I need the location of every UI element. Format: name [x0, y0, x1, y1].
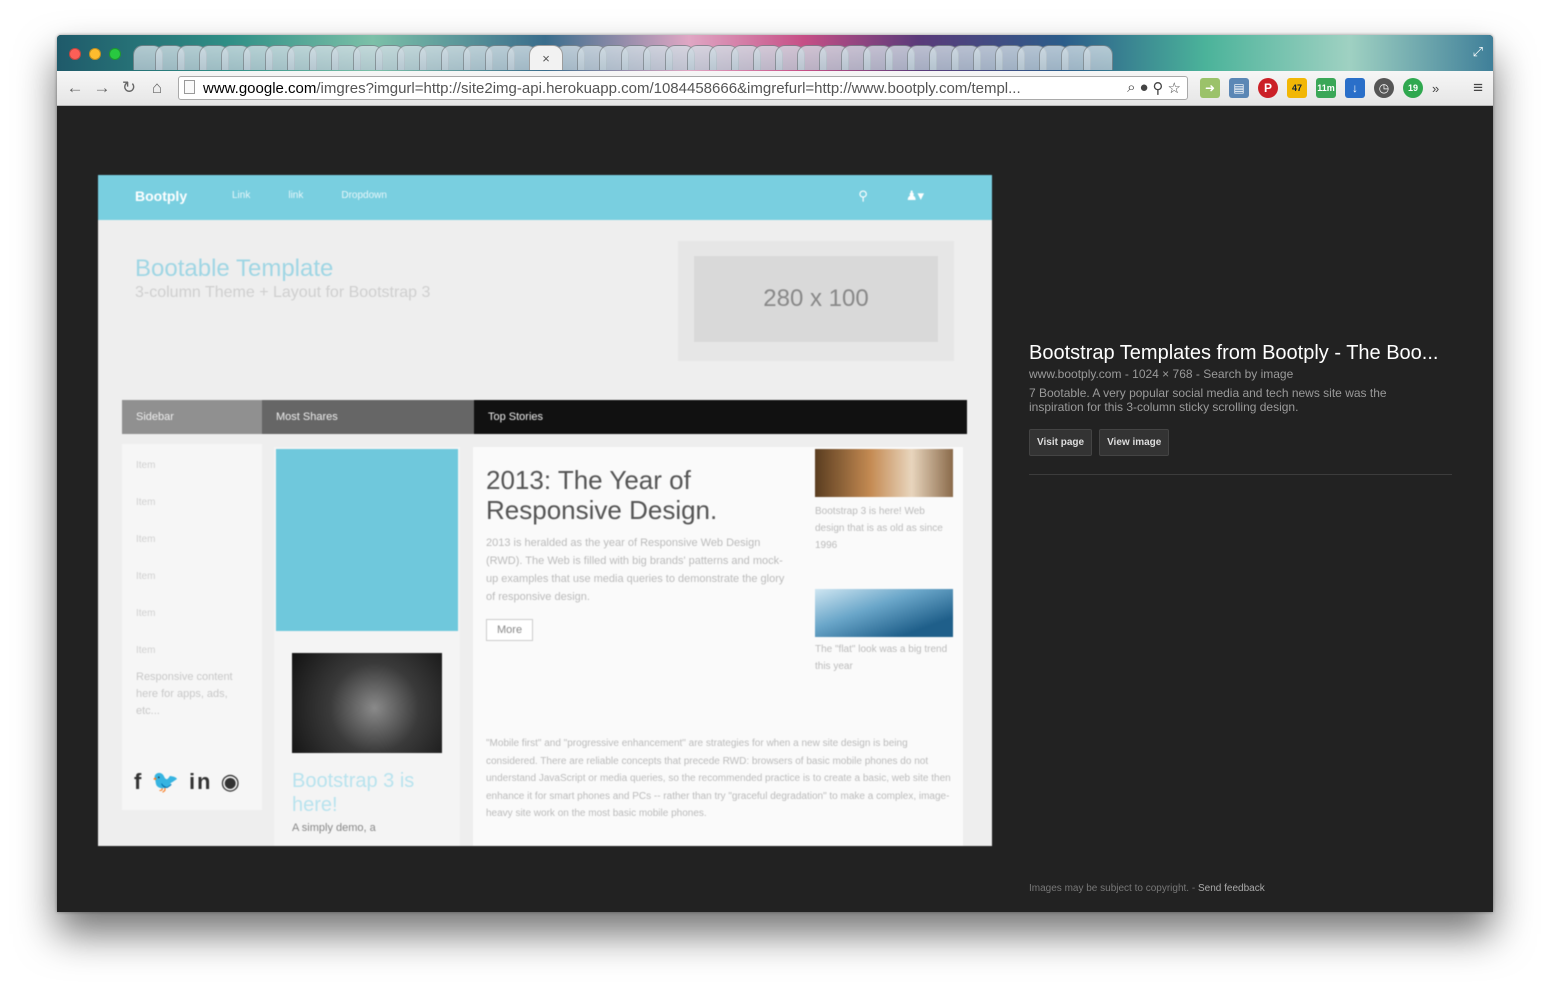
- visit-page-button[interactable]: Visit page: [1029, 429, 1093, 456]
- weather-icon[interactable]: 47: [1287, 78, 1307, 98]
- preview-more-button: More: [486, 619, 534, 641]
- preview-thumbnail-bird: [815, 589, 953, 637]
- preview-brand: Bootply: [135, 188, 188, 204]
- preview-tab-sidebar: Sidebar: [122, 400, 262, 434]
- extensions-overflow-icon[interactable]: »: [1432, 81, 1439, 96]
- preview-thumbnail-text: The "flat" look was a big trend this yea…: [815, 644, 948, 672]
- preview-nav-links: Link link Dropdown: [232, 190, 387, 201]
- forward-arrow-icon[interactable]: →: [92, 78, 112, 98]
- preview-body-text: "Mobile first" and "progressive enhancem…: [486, 738, 951, 819]
- browser-toolbar: ← → ↻ ⌂ www.google.com/imgres?imgurl=htt…: [57, 71, 1493, 106]
- url-text[interactable]: www.google.com/imgres?imgurl=http://site…: [203, 80, 1098, 97]
- preview-image[interactable]: Bootply Link link Dropdown ⚲ ♟▾ Bootable T…: [98, 175, 992, 846]
- home-icon[interactable]: ⌂: [147, 78, 167, 98]
- extension-icons: ➜ ▤ P 47 11m ↓ ◷ 19 »: [1200, 78, 1439, 98]
- back-arrow-icon[interactable]: ←: [65, 78, 85, 98]
- fullscreen-icon[interactable]: ⤢: [1473, 44, 1483, 60]
- result-description: 7 Bootable. A very popular social media …: [1029, 386, 1387, 414]
- clock-icon[interactable]: ◷: [1374, 78, 1394, 98]
- search-by-image-icon[interactable]: ⌕: [1127, 79, 1135, 97]
- preview-card-text: A simply demo, a: [292, 822, 376, 834]
- download-icon[interactable]: ↓: [1345, 78, 1365, 98]
- preview-nav-link: Dropdown: [341, 190, 387, 201]
- preview-navbar: Bootply Link link Dropdown ⚲ ♟▾: [98, 175, 992, 220]
- pinterest-icon[interactable]: P: [1258, 78, 1278, 98]
- zoom-icon[interactable]: ⚲: [1153, 79, 1164, 97]
- address-bar[interactable]: www.google.com/imgres?imgurl=http://site…: [178, 76, 1188, 100]
- preview-ad-frame: 280 x 100: [678, 241, 954, 361]
- preview-article: 2013: The Year of Responsive Design. 201…: [473, 447, 963, 846]
- window-extension-icon[interactable]: ▤: [1229, 78, 1249, 98]
- minimize-window-button[interactable]: [89, 48, 101, 60]
- preview-user-icon: ♟▾: [905, 188, 924, 203]
- preview-thumbnail-text: Bootstrap 3 is here! Web design that is …: [815, 506, 943, 551]
- preview-blue-placeholder: [276, 449, 458, 631]
- preview-sidebar: Item Item Item Item Item Item Responsive cont…: [122, 444, 262, 810]
- green-badge-icon[interactable]: 19: [1403, 78, 1423, 98]
- preview-card-title: Bootstrap 3 is here!: [292, 770, 415, 816]
- preview-ad-placeholder: 280 x 100: [694, 256, 938, 342]
- info-divider: [1029, 474, 1452, 475]
- page-icon: [184, 80, 195, 94]
- image-result-viewer: Bootply Link link Dropdown ⚲ ♟▾ Bootable T…: [57, 106, 1493, 912]
- result-source[interactable]: www.bootply.com: [1029, 367, 1121, 381]
- result-dimensions: 1024 × 768: [1132, 367, 1193, 381]
- search-by-image-link[interactable]: Search by image: [1203, 367, 1293, 381]
- close-tab-icon[interactable]: ×: [542, 51, 550, 66]
- preview-tabs: Sidebar Most Shares Top Stories: [122, 400, 967, 434]
- preview-card: Bootstrap 3 is here! A simply demo, a: [274, 447, 460, 846]
- preview-tab-top-stories: Top Stories: [474, 400, 967, 434]
- preview-sidebar-item: Item: [136, 460, 156, 471]
- preview-dark-image: [292, 653, 442, 753]
- preview-nav-link: link: [288, 190, 304, 201]
- browser-tab[interactable]: [1083, 45, 1113, 70]
- view-image-button[interactable]: View image: [1099, 429, 1170, 456]
- preview-thumbnail-cats: [815, 449, 953, 497]
- footer: Images may be subject to copyright. - Se…: [1029, 883, 1265, 894]
- preview-title: Bootable Template: [135, 255, 334, 282]
- preview-social-icons: f 🐦 in ◉: [134, 769, 242, 794]
- preview-nav-link: Link: [232, 190, 251, 201]
- result-title-link[interactable]: Bootstrap Templates from Bootply - The B…: [1029, 342, 1452, 365]
- copyright-notice: Images may be subject to copyright.: [1029, 883, 1190, 894]
- forward-page-icon[interactable]: ➜: [1200, 78, 1220, 98]
- preview-tab-most-shares: Most Shares: [262, 400, 474, 434]
- preview-article-text: 2013 is heralded as the year of Responsi…: [486, 537, 785, 603]
- send-feedback-link[interactable]: Send feedback: [1198, 883, 1265, 894]
- result-meta: www.bootply.com - 1024 × 768 - Search by…: [1029, 367, 1294, 381]
- preview-sidebar-item: Item: [136, 497, 156, 508]
- preview-article-title: 2013: The Year of Responsive Design.: [486, 465, 718, 525]
- preview-sidebar-text: Responsive content here for apps, ads, e…: [136, 671, 233, 717]
- active-tab[interactable]: ×: [529, 45, 563, 70]
- tab-strip: × ⤢: [57, 35, 1493, 71]
- browser-window: × ⤢ ← → ↻ ⌂ www.google.com/imgres?imgurl…: [57, 35, 1493, 912]
- bookmark-star-icon[interactable]: ☆: [1168, 79, 1181, 97]
- preview-sidebar-item: Item: [136, 608, 156, 619]
- bulb-icon[interactable]: ●: [1139, 79, 1148, 97]
- image-info-panel: Bootstrap Templates from Bootply - The B…: [1029, 342, 1452, 475]
- reload-icon[interactable]: ↻: [119, 78, 139, 98]
- close-window-button[interactable]: [69, 48, 81, 60]
- menu-icon[interactable]: ≡: [1473, 78, 1483, 98]
- zoom-window-button[interactable]: [109, 48, 121, 60]
- preview-search-icon: ⚲: [858, 188, 868, 203]
- preview-sidebar-item: Item: [136, 571, 156, 582]
- browser-tabs: ×: [133, 45, 1453, 71]
- preview-sidebar-item: Item: [136, 534, 156, 545]
- preview-subtitle: 3-column Theme + Layout for Bootstrap 3: [135, 284, 431, 301]
- timer-icon[interactable]: 11m: [1316, 78, 1336, 98]
